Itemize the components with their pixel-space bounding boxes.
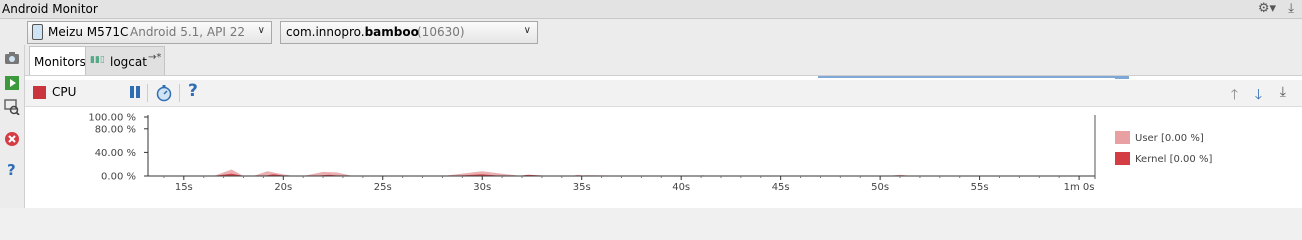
tab-monitors[interactable]: Monitors bbox=[29, 46, 86, 75]
restore-tab-icon[interactable]: →* bbox=[148, 52, 161, 63]
stopwatch-icon[interactable] bbox=[155, 84, 173, 102]
help-icon[interactable]: ? bbox=[188, 81, 198, 101]
gear-icon[interactable]: ⚙▾ bbox=[1258, 1, 1276, 16]
svg-text:?: ? bbox=[7, 161, 16, 177]
phone-icon bbox=[32, 24, 43, 40]
x-tick-label: 45s bbox=[772, 182, 790, 193]
x-tick-label: 40s bbox=[672, 182, 690, 193]
x-tick-label: 20s bbox=[274, 182, 292, 193]
device-android-version: Android 5.1, API 22 bbox=[130, 25, 245, 39]
toolbar-separator bbox=[179, 84, 180, 102]
x-tick-label: 35s bbox=[573, 182, 591, 193]
cpu-title: CPU bbox=[52, 85, 77, 99]
legend-label: User [0.00 %] bbox=[1135, 133, 1204, 144]
device-selector[interactable]: Meizu M571C Android 5.1, API 22 ∨ bbox=[27, 21, 272, 44]
y-tick-label: 100.00 % bbox=[88, 113, 136, 124]
y-tick-label: 40.00 % bbox=[95, 148, 136, 159]
x-tick-label: 30s bbox=[473, 182, 491, 193]
help-icon[interactable]: ? bbox=[4, 161, 20, 177]
process-pid: (10630) bbox=[417, 25, 465, 39]
pause-icon[interactable] bbox=[128, 84, 142, 100]
left-toolbar: ? bbox=[0, 45, 25, 208]
device-name: Meizu M571C bbox=[48, 25, 129, 39]
arrow-up-icon[interactable]: 🡑 bbox=[1231, 84, 1238, 108]
legend-label: Kernel [0.00 %] bbox=[1135, 154, 1212, 165]
system-info-icon[interactable] bbox=[4, 99, 20, 115]
x-tick-label: 25s bbox=[374, 182, 392, 193]
chevron-down-icon: ∨ bbox=[257, 25, 265, 36]
series-area-user bbox=[148, 169, 1095, 176]
tab-label: logcat bbox=[110, 55, 147, 69]
tab-label: Monitors bbox=[34, 55, 86, 69]
logcat-icon: ▮▮▯ bbox=[90, 55, 105, 65]
tab-logcat[interactable]: ▮▮▯ logcat →* bbox=[85, 46, 165, 75]
cpu-monitor-header: CPU ? 🡑 🡓 ⤓ bbox=[25, 80, 1302, 107]
cpu-chart: 100.00 % 80.00 % 40.00 % 0.00 % 15s 20s 25s 30s… bbox=[25, 107, 1302, 208]
x-tick-label: 50s bbox=[871, 182, 889, 193]
process-package-prefix: com.innopro. bbox=[286, 25, 365, 39]
x-tick-label: 55s bbox=[971, 182, 989, 193]
legend-swatch bbox=[1115, 131, 1130, 144]
hide-panel-icon[interactable]: ⤓ bbox=[1288, 1, 1294, 16]
title-bar: Android Monitor ⚙▾ ⤓ bbox=[0, 0, 1302, 19]
terminate-app-icon[interactable] bbox=[4, 131, 20, 147]
screen-record-icon[interactable] bbox=[4, 75, 20, 91]
process-package-name: bamboo bbox=[364, 25, 419, 39]
cpu-icon bbox=[33, 86, 46, 99]
window-title: Android Monitor bbox=[2, 2, 98, 16]
legend-swatch bbox=[1115, 152, 1130, 165]
chevron-down-icon: ∨ bbox=[523, 25, 531, 36]
x-tick-label: 15s bbox=[175, 182, 193, 193]
screen-capture-icon[interactable] bbox=[4, 50, 20, 66]
y-tick-label: 0.00 % bbox=[101, 172, 136, 183]
process-selector[interactable]: com.innopro.bamboo (10630) ∨ bbox=[280, 21, 538, 44]
cpu-chart-svg: 100.00 %80.00 % 40.00 % 0.00 % 15s 20s 25s 30s… bbox=[88, 113, 1212, 194]
process-name: com.innopro.bamboo bbox=[286, 25, 419, 39]
x-tick-label: 1m 0s bbox=[1064, 182, 1095, 193]
device-toolbar: Meizu M571C Android 5.1, API 22 ∨ com.in… bbox=[0, 19, 1302, 45]
y-tick-label: 80.00 % bbox=[95, 124, 136, 135]
hide-icon[interactable]: ⤓ bbox=[1280, 84, 1286, 100]
monitor-tabs: Monitors ▮▮▯ logcat →* bbox=[25, 45, 1302, 75]
arrow-down-icon[interactable]: 🡓 bbox=[1255, 84, 1262, 108]
toolbar-separator bbox=[147, 84, 148, 102]
